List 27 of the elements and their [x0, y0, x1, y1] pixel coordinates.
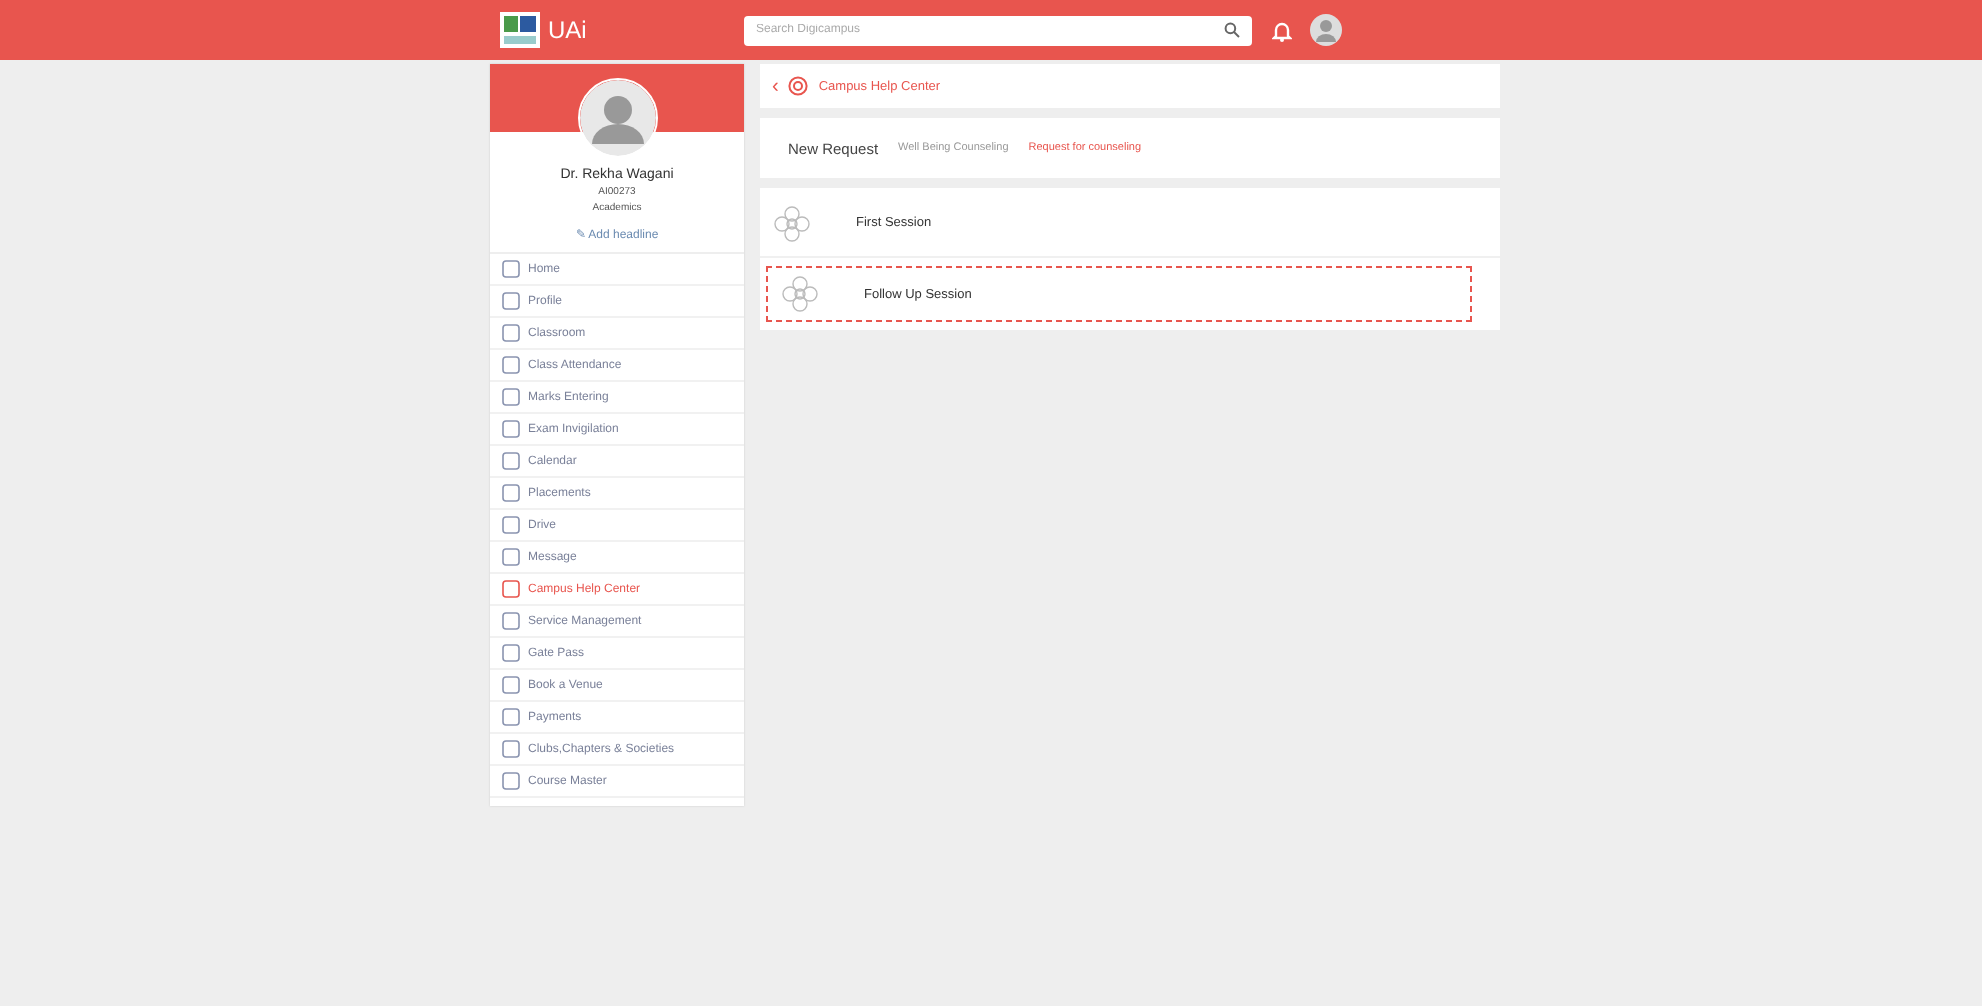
square-icon	[502, 260, 520, 278]
square-icon	[502, 484, 520, 502]
flower-icon	[780, 274, 820, 314]
square-icon	[502, 324, 520, 342]
square-icon	[502, 644, 520, 662]
square-icon	[502, 356, 520, 374]
square-icon	[502, 388, 520, 406]
flower-icon	[772, 203, 812, 243]
square-icon	[502, 708, 520, 726]
lifebuoy-icon	[788, 76, 809, 96]
search-icon	[1224, 22, 1240, 38]
square-icon	[502, 580, 520, 598]
back-button[interactable]: ‹	[772, 75, 779, 97]
square-icon	[502, 676, 520, 694]
square-icon	[502, 516, 520, 534]
square-icon	[502, 420, 520, 438]
square-icon	[502, 740, 520, 758]
logo-icon	[500, 12, 540, 48]
square-icon	[502, 612, 520, 630]
logo-text: UAi	[548, 16, 589, 44]
avatar-icon	[577, 78, 657, 158]
square-icon	[502, 292, 520, 310]
avatar-icon[interactable]	[1310, 14, 1342, 46]
square-icon	[502, 452, 520, 470]
bell-icon[interactable]	[1272, 19, 1292, 41]
square-icon	[502, 772, 520, 790]
square-icon	[502, 548, 520, 566]
